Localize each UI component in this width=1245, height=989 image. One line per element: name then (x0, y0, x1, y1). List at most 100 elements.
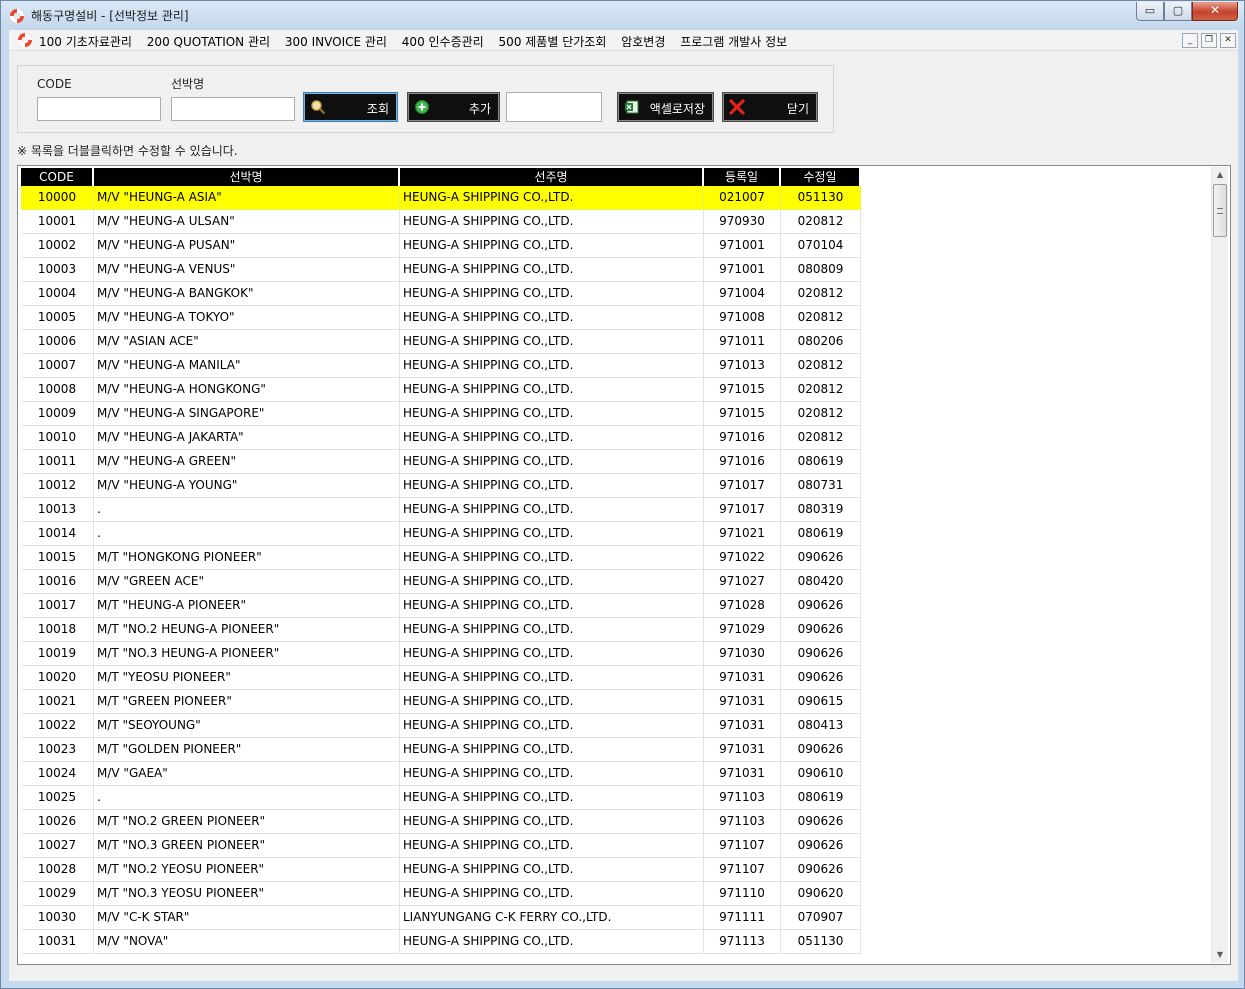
cell-owner-name: HEUNG-A SHIPPING CO.,LTD. (400, 930, 704, 954)
table-row[interactable]: 10010 M/V "HEUNG-A JAKARTA" HEUNG-A SHIPPI… (21, 426, 861, 450)
cell-modified-date: 090626 (781, 666, 861, 690)
table-row[interactable]: 10015 M/T "HONGKONG PIONEER" HEUNG-A SHIPP… (21, 546, 861, 570)
header-ship-name[interactable]: 선박명 (94, 168, 400, 186)
close-window-button[interactable]: ✕ (1192, 2, 1238, 21)
extra-input[interactable] (506, 92, 602, 122)
cell-ship-name: M/V "HEUNG-A PUSAN" (94, 234, 400, 258)
table-row[interactable]: 10011 M/V "HEUNG-A GREEN" HEUNG-A SHIPPING… (21, 450, 861, 474)
lifebuoy-icon[interactable] (17, 32, 33, 48)
table-row[interactable]: 10013. HEUNG-A SHIPPING CO.,LTD. 971017 080… (21, 498, 861, 522)
cell-owner-name: HEUNG-A SHIPPING CO.,LTD. (400, 210, 704, 234)
search-button-label: 조회 (366, 102, 389, 116)
notice-text: ※ 목록을 더블클릭하면 수정할 수 있습니다. (17, 144, 238, 158)
excel-save-button[interactable]: 액셀로저장 (617, 92, 714, 122)
table-row[interactable]: 10028 M/T "NO.2 YEOSU PIONEER" HEUNG-A SHI… (21, 858, 861, 882)
cell-ship-name: M/T "NO.2 GREEN PIONEER" (94, 810, 400, 834)
mdi-close-button[interactable]: ✕ (1220, 33, 1236, 48)
cell-modified-date: 080413 (781, 714, 861, 738)
table-row[interactable]: 10008 M/V "HEUNG-A HONGKONG" HEUNG-A SHIPP… (21, 378, 861, 402)
cell-registered-date: 971028 (704, 594, 781, 618)
table-row[interactable]: 10026 M/T "NO.2 GREEN PIONEER" HEUNG-A SHI… (21, 810, 861, 834)
cell-registered-date: 971011 (704, 330, 781, 354)
table-row[interactable]: 10004 M/V "HEUNG-A BANGKOK" HEUNG-A SHIPPI… (21, 282, 861, 306)
menu-developer-info[interactable]: 프로그램 개발사 정보 (680, 33, 787, 50)
cell-code: 10031 (21, 930, 94, 954)
cell-registered-date: 971031 (704, 690, 781, 714)
close-button[interactable]: 닫기 (722, 92, 818, 122)
menu-quotation[interactable]: 200 QUOTATION 관리 (147, 33, 270, 50)
table-row[interactable]: 10007 M/V "HEUNG-A MANILA" HEUNG-A SHIPPIN… (21, 354, 861, 378)
table-row[interactable]: 10029 M/T "NO.3 YEOSU PIONEER" HEUNG-A SHI… (21, 882, 861, 906)
cell-owner-name: HEUNG-A SHIPPING CO.,LTD. (400, 306, 704, 330)
table-row[interactable]: 10021 M/T "GREEN PIONEER" HEUNG-A SHIPPING… (21, 690, 861, 714)
cell-modified-date: 020812 (781, 354, 861, 378)
table-row[interactable]: 10017 M/T "HEUNG-A PIONEER" HEUNG-A SHIPPI… (21, 594, 861, 618)
table-row[interactable]: 10020 M/T "YEOSU PIONEER" HEUNG-A SHIPPING… (21, 666, 861, 690)
cell-code: 10019 (21, 642, 94, 666)
scroll-up-icon[interactable]: ▲ (1212, 167, 1228, 183)
maximize-button[interactable]: ▢ (1164, 2, 1192, 21)
minimize-button[interactable]: ▭ (1136, 2, 1164, 21)
vertical-scrollbar[interactable]: ▲ ▼ (1211, 167, 1228, 963)
scroll-thumb[interactable] (1213, 184, 1227, 237)
close-icon: ✕ (1209, 3, 1221, 17)
cell-owner-name: HEUNG-A SHIPPING CO.,LTD. (400, 666, 704, 690)
plus-circle-icon (415, 100, 429, 114)
header-owner-name[interactable]: 선주명 (400, 168, 704, 186)
menu-basic-data[interactable]: 100 기초자료관리 (39, 33, 132, 50)
cell-ship-name: M/V "HEUNG-A GREEN" (94, 450, 400, 474)
cell-registered-date: 971004 (704, 282, 781, 306)
scroll-down-icon[interactable]: ▼ (1212, 947, 1228, 963)
table-row[interactable]: 10009 M/V "HEUNG-A SINGAPORE" HEUNG-A SHIP… (21, 402, 861, 426)
magnifier-icon (311, 100, 326, 115)
table-row[interactable]: 10023 M/T "GOLDEN PIONEER" HEUNG-A SHIPPIN… (21, 738, 861, 762)
menu-change-password[interactable]: 암호변경 (621, 33, 665, 50)
cell-registered-date: 971017 (704, 474, 781, 498)
ship-grid[interactable]: CODE 선박명 선주명 등록일 수정일 10000 M/V "HEUNG-A A… (17, 165, 1231, 965)
mdi-minimize-button[interactable]: _ (1182, 33, 1198, 48)
table-row[interactable]: 10030 M/V "C-K STAR" LIANYUNGANG C-K FERRY… (21, 906, 861, 930)
cell-registered-date: 971103 (704, 786, 781, 810)
code-input[interactable] (37, 97, 161, 121)
menu-invoice[interactable]: 300 INVOICE 관리 (285, 33, 387, 50)
table-row[interactable]: 10003 M/V "HEUNG-A VENUS" HEUNG-A SHIPPING… (21, 258, 861, 282)
header-registered-date[interactable]: 등록일 (704, 168, 781, 186)
table-row[interactable]: 10016 M/V "GREEN ACE" HEUNG-A SHIPPING CO.… (21, 570, 861, 594)
table-row[interactable]: 10024 M/V "GAEA" HEUNG-A SHIPPING CO.,LTD.… (21, 762, 861, 786)
menu-receipt[interactable]: 400 인수증관리 (402, 33, 484, 50)
header-modified-date[interactable]: 수정일 (781, 168, 861, 186)
cell-modified-date: 080731 (781, 474, 861, 498)
cell-ship-name: M/T "NO.2 YEOSU PIONEER" (94, 858, 400, 882)
table-row[interactable]: 10001 M/V "HEUNG-A ULSAN" HEUNG-A SHIPPING… (21, 210, 861, 234)
ship-name-input[interactable] (171, 97, 295, 121)
table-row[interactable]: 10018 M/T "NO.2 HEUNG-A PIONEER" HEUNG-A S… (21, 618, 861, 642)
menu-unit-price[interactable]: 500 제품별 단가조회 (499, 33, 607, 50)
cell-registered-date: 971015 (704, 378, 781, 402)
add-button[interactable]: 추가 (407, 92, 500, 122)
cell-modified-date: 080809 (781, 258, 861, 282)
title-bar[interactable]: 해동구명설비 - [선박정보 관리] ▭ ▢ ✕ (1, 1, 1244, 30)
cell-owner-name: HEUNG-A SHIPPING CO.,LTD. (400, 762, 704, 786)
cell-code: 10009 (21, 402, 94, 426)
cell-registered-date: 971013 (704, 354, 781, 378)
mdi-restore-button[interactable]: ❐ (1201, 33, 1217, 48)
cell-owner-name: HEUNG-A SHIPPING CO.,LTD. (400, 642, 704, 666)
table-row[interactable]: 10031 M/V "NOVA" HEUNG-A SHIPPING CO.,LTD.… (21, 930, 861, 954)
search-button[interactable]: 조회 (303, 92, 398, 122)
cell-code: 10021 (21, 690, 94, 714)
table-row[interactable]: 10022 M/T "SEOYOUNG" HEUNG-A SHIPPING CO.,… (21, 714, 861, 738)
table-row[interactable]: 10027 M/T "NO.3 GREEN PIONEER" HEUNG-A SHI… (21, 834, 861, 858)
table-row-selected[interactable]: 10000 M/V "HEUNG-A ASIA" HEUNG-A SHIPPING … (21, 186, 861, 210)
cell-code: 10017 (21, 594, 94, 618)
cell-registered-date: 971030 (704, 642, 781, 666)
table-row[interactable]: 10012 M/V "HEUNG-A YOUNG" HEUNG-A SHIPPING… (21, 474, 861, 498)
table-row[interactable]: 10006 M/V "ASIAN ACE" HEUNG-A SHIPPING CO.… (21, 330, 861, 354)
table-row[interactable]: 10005 M/V "HEUNG-A TOKYO" HEUNG-A SHIPPING… (21, 306, 861, 330)
table-row[interactable]: 10025. HEUNG-A SHIPPING CO.,LTD. 971103 080… (21, 786, 861, 810)
cell-owner-name: HEUNG-A SHIPPING CO.,LTD. (400, 522, 704, 546)
table-row[interactable]: 10002 M/V "HEUNG-A PUSAN" HEUNG-A SHIPPING… (21, 234, 861, 258)
header-code[interactable]: CODE (21, 168, 94, 186)
cell-code: 10024 (21, 762, 94, 786)
table-row[interactable]: 10014. HEUNG-A SHIPPING CO.,LTD. 971021 080… (21, 522, 861, 546)
table-row[interactable]: 10019 M/T "NO.3 HEUNG-A PIONEER" HEUNG-A S… (21, 642, 861, 666)
